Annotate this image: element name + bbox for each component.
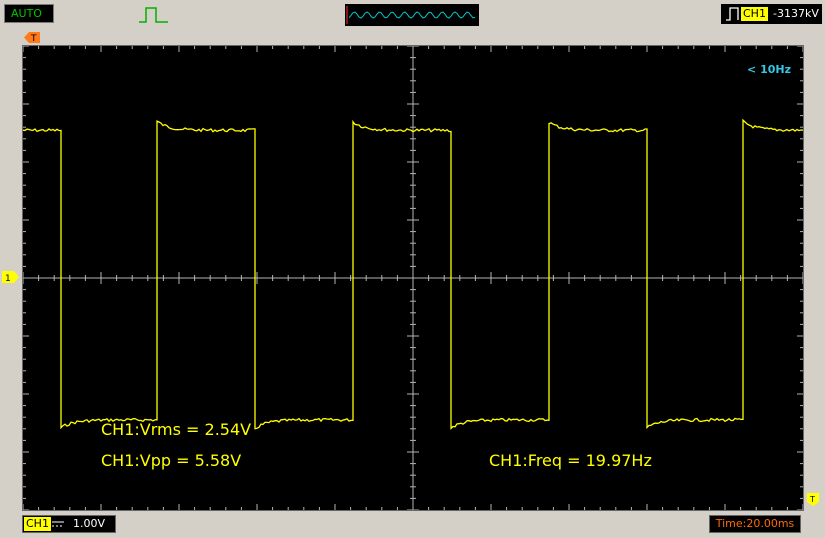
frequency-measurement: CH1:Freq = 19.97Hz xyxy=(489,451,652,470)
dc-coupling-icon xyxy=(52,521,64,527)
svg-text:1: 1 xyxy=(5,274,11,283)
channel-scale-info[interactable]: CH1 1.00V xyxy=(22,515,116,533)
svg-text:T: T xyxy=(30,34,37,43)
frequency-warning: < 10Hz xyxy=(747,63,791,76)
oscilloscope-screen[interactable]: < 10Hz CH1:Vrms = 2.54V CH1:Vpp = 5.58V … xyxy=(22,45,804,511)
waveform-overview-bar[interactable] xyxy=(345,4,479,26)
top-status-bar: AUTO CH1 -3137kV xyxy=(0,0,825,30)
volts-per-div: 1.00V xyxy=(73,517,106,530)
acquisition-mode[interactable]: AUTO xyxy=(4,4,54,23)
bottom-status-bar: CH1 1.00V Time:20.00ms xyxy=(0,511,825,538)
trigger-level: -3137kV xyxy=(773,7,819,20)
ch1-ground-marker[interactable]: 1 xyxy=(2,271,19,283)
channel-label: CH1 xyxy=(24,517,51,531)
svg-text:T: T xyxy=(809,495,815,504)
trigger-info[interactable]: CH1 -3137kV xyxy=(721,4,822,24)
pulse-trigger-icon[interactable] xyxy=(138,4,170,24)
trigger-channel: CH1 xyxy=(741,7,768,21)
trigger-level-marker[interactable]: T xyxy=(807,493,819,506)
rising-edge-icon xyxy=(726,7,739,21)
time-per-div[interactable]: Time:20.00ms xyxy=(709,515,801,533)
scope-plot xyxy=(23,46,803,510)
trigger-position-marker[interactable]: T xyxy=(24,32,40,43)
vrms-measurement: CH1:Vrms = 2.54V xyxy=(101,420,252,439)
graticule xyxy=(23,46,803,510)
vpp-measurement: CH1:Vpp = 5.58V xyxy=(101,451,242,470)
